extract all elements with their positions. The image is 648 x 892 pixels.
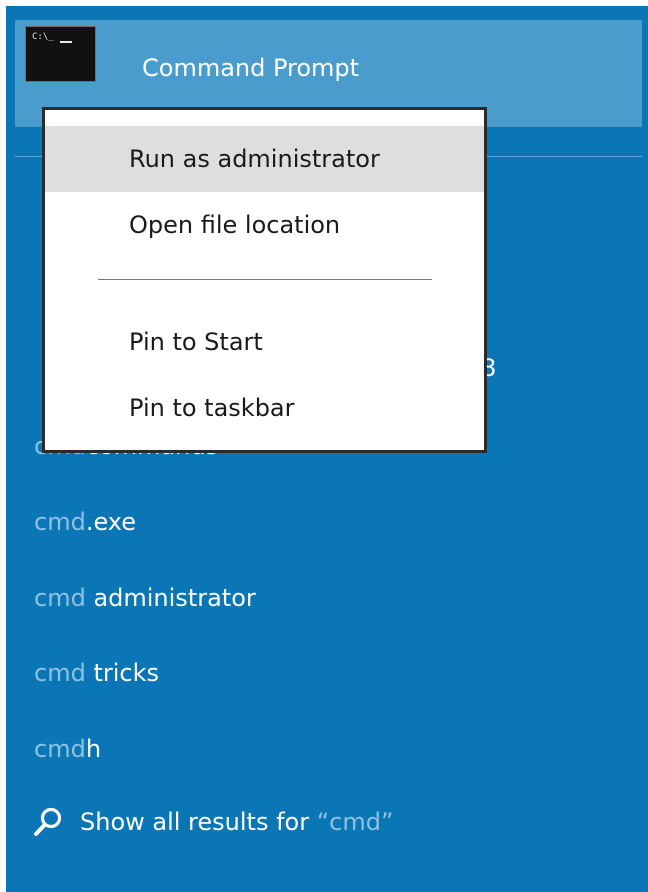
context-menu: Run as administrator Open file location … bbox=[42, 107, 487, 453]
menu-item-open-file-location[interactable]: Open file location bbox=[45, 192, 484, 258]
menu-item-run-as-administrator[interactable]: Run as administrator bbox=[45, 126, 484, 192]
suggestion-item[interactable]: cmd administrator bbox=[34, 586, 256, 610]
suggestion-item[interactable]: cmd tricks bbox=[34, 661, 159, 685]
show-all-results-button[interactable]: Show all results for “cmd” bbox=[32, 806, 393, 838]
menu-item-pin-to-taskbar[interactable]: Pin to taskbar bbox=[45, 375, 484, 441]
top-result-title: Command Prompt bbox=[142, 54, 360, 82]
search-icon bbox=[34, 807, 62, 836]
suggestion-item[interactable]: cmd.exe bbox=[34, 510, 136, 534]
menu-divider bbox=[98, 279, 432, 280]
menu-item-pin-to-start[interactable]: Pin to Start bbox=[45, 309, 484, 375]
suggestion-item[interactable]: cmdh bbox=[34, 737, 101, 761]
command-prompt-icon: C:\_ bbox=[25, 26, 96, 82]
